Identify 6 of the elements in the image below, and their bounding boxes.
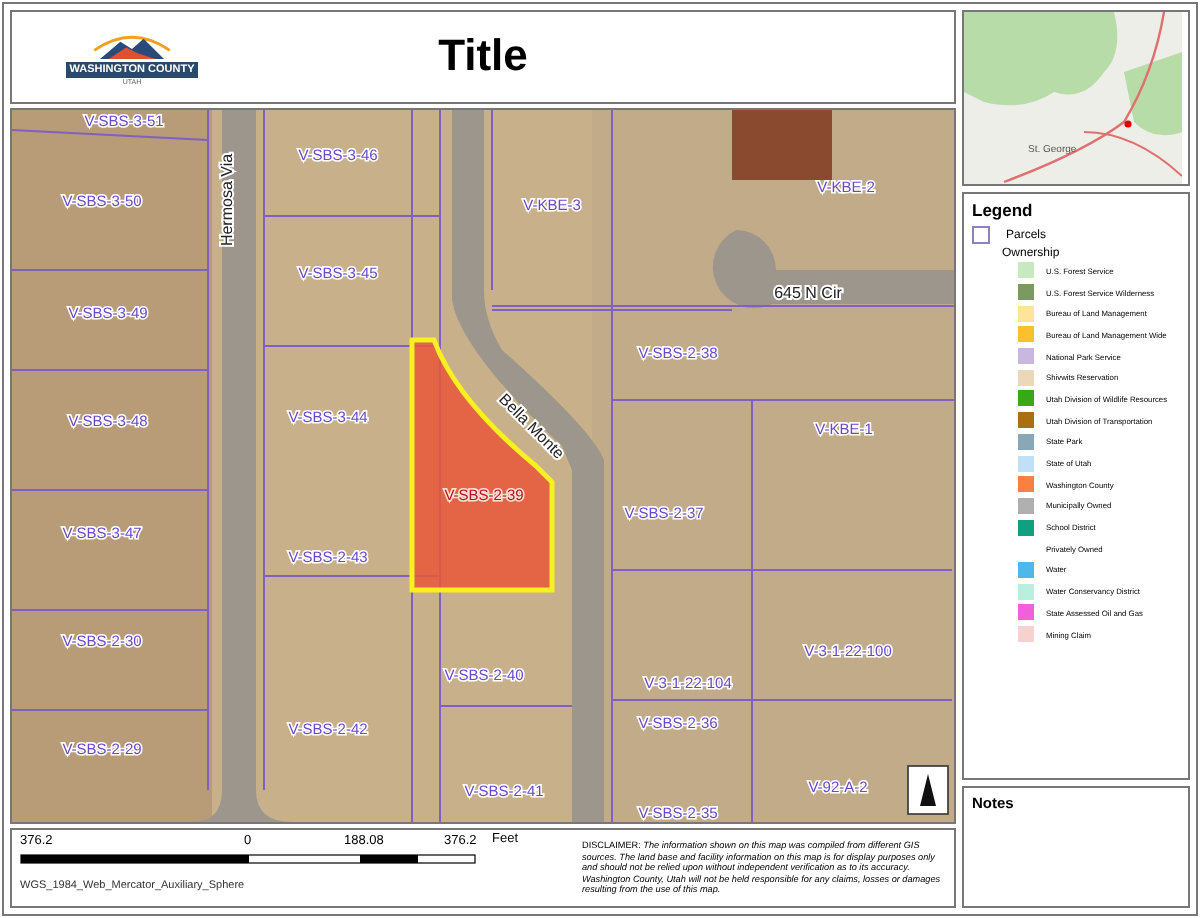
parcel-swatch-icon — [972, 226, 990, 244]
road-label: Hermosa Via — [218, 153, 236, 247]
road-label: 645 N Cir — [774, 284, 842, 302]
map-title: Title — [438, 30, 528, 82]
house-roof — [732, 110, 832, 180]
legend-title: Legend — [972, 200, 1035, 220]
